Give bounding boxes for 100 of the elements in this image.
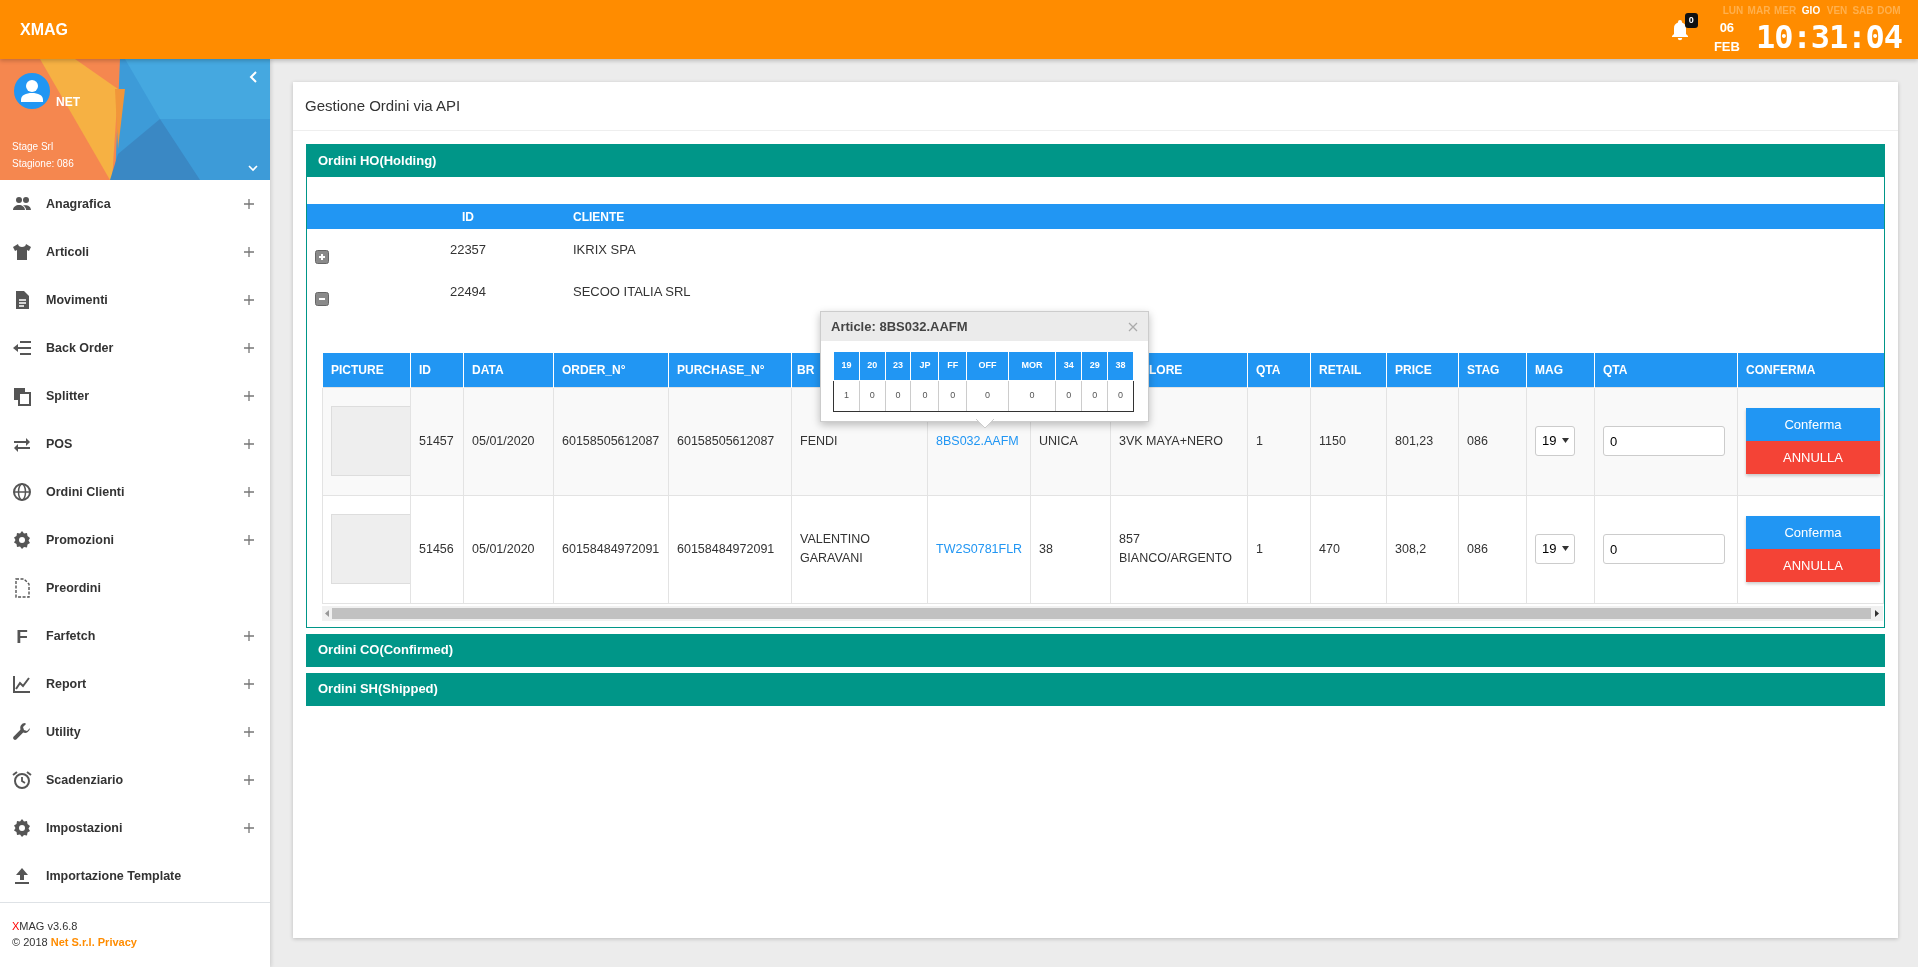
date-month: FEB [1713,38,1740,57]
cancel-button[interactable]: ANNULLA [1746,441,1880,475]
expand-row-icon[interactable] [315,249,329,264]
cancel-button[interactable]: ANNULLA [1746,549,1880,583]
upload-icon [12,866,32,887]
sidebar-menu-item[interactable]: Preordini [0,564,270,613]
column-header: ORDER_N° [553,353,669,388]
column-header: CLIENTE [573,208,625,226]
column-header: QTA [1594,353,1738,388]
table-cell: 38 [1030,495,1111,604]
size-header: 29 [1081,351,1108,381]
size-quantity: 0 [911,380,939,412]
table-cell: 470 [1310,495,1387,604]
sidebar-menu-item[interactable]: Promozioni [0,516,270,565]
client-name: SECOO ITALIA SRL [573,283,691,302]
app-title: XMAG [19,19,68,40]
quantity-input[interactable]: 0 [1603,534,1725,565]
size-quantity: 0 [938,380,967,412]
size-header: 38 [1107,351,1134,381]
user-avatar-icon [12,71,52,112]
sidebar-menu-item[interactable]: F Farfetch [0,612,270,661]
sidebar-menu-item[interactable]: Report [0,660,270,709]
weekday-label: MER [1772,3,1798,18]
table-cell: 1 [1247,387,1311,496]
column-header: PRICE [1386,353,1459,388]
size-header: MOR [1008,351,1056,381]
dropdown-caret-icon [1562,546,1569,552]
weekday-label: LUN [1721,3,1745,18]
table-cell: 05/01/2020 [463,495,554,604]
popover-title: Article: 8BS032.AAFM [831,317,968,336]
size-header: 34 [1055,351,1082,381]
season-label: Stagione: 086 [12,157,74,172]
column-header: PURCHASE_N° [668,353,792,388]
column-header: DATA [463,353,554,388]
size-header: 23 [885,351,911,381]
sidebar-menu-item[interactable]: Movimenti [0,276,270,325]
horizontal-scrollbar[interactable] [322,605,1883,621]
size-quantity: 0 [1008,380,1056,412]
settings-icon [12,818,32,839]
close-icon[interactable] [1128,321,1138,332]
table-cell: 1150 [1310,387,1387,496]
weekday-label: GIO [1800,3,1822,18]
farfetch-icon: F [12,626,32,646]
warehouse-select[interactable]: 19 [1535,426,1575,457]
notification-count: 0 [1684,12,1698,29]
size-quantity: 0 [1107,380,1134,412]
table-cell: 1 [1247,495,1311,604]
quantity-input[interactable]: 0 [1603,426,1725,457]
sidebar-menu-item[interactable]: Ordini Clienti [0,468,270,517]
column-header: ID [461,208,475,226]
table-cell: 801,23 [1386,387,1459,496]
alarm-clock-icon [12,770,32,791]
wrench-icon [12,722,32,743]
column-header: MAG [1526,353,1595,388]
column-header: QTA [1247,353,1311,388]
table-cell: 60158484972091 [668,495,792,604]
sidebar-menu-item[interactable]: Back Order [0,324,270,373]
sidebar-menu-item[interactable]: Utility [0,708,270,757]
sidebar-menu-item[interactable]: Splitter [0,372,270,421]
order-id: 22357 [448,241,488,260]
line-chart-icon [12,674,32,695]
copy-pages-icon [12,386,32,407]
sidebar-menu-item[interactable]: POS [0,420,270,469]
expand-chevron-icon[interactable] [248,165,258,173]
column-header: PICTURE [322,353,411,388]
table-cell: VALENTINO GARAVANI [791,495,928,604]
table-cell: 308,2 [1386,495,1459,604]
weekday-label: VEN [1825,3,1849,18]
app-version: XMAG v3.6.8 [12,919,79,935]
company-name: Stage Srl [12,140,55,155]
section-header[interactable]: Ordini SH(Shipped) [306,672,1885,706]
weekday-label: MAR [1746,3,1772,18]
sidebar-menu-item[interactable]: Importazione Template [0,852,270,901]
size-quantity: 1 [833,380,860,412]
copyright-text: © 2018 [12,936,48,949]
collapse-chevron-icon[interactable] [248,71,258,84]
warehouse-select[interactable]: 19 [1535,534,1575,565]
column-header: CONFERMA [1737,353,1884,388]
section-header[interactable]: Ordini CO(Confirmed) [306,633,1885,667]
size-quantity: 0 [1055,380,1082,412]
table-cell: 60158505612087 [553,387,669,496]
sidebar-menu-item[interactable]: Impostazioni [0,804,270,853]
sidebar-menu-item[interactable]: Articoli [0,228,270,277]
section-header[interactable]: Ordini HO(Holding) [306,144,1885,178]
table-cell: 51456 [410,495,464,604]
size-quantity: 0 [1081,380,1108,412]
collapse-row-icon[interactable] [315,291,329,306]
size-header: FF [938,351,967,381]
size-header: OFF [966,351,1009,381]
page-title: Gestione Ordini via API [293,82,1898,132]
weekday-label: DOM [1876,3,1902,18]
notification-bell-icon[interactable] [1669,18,1690,41]
table-cell: 086 [1458,387,1527,496]
column-header: ID [410,353,464,388]
sidebar-menu-item[interactable]: Anagrafica [0,180,270,229]
dropdown-caret-icon [1562,438,1569,444]
order-id: 22494 [448,283,488,302]
sidebar-menu-item[interactable]: Scadenziario [0,756,270,805]
size-header: 19 [833,351,860,381]
table-cell: 086 [1458,495,1527,604]
